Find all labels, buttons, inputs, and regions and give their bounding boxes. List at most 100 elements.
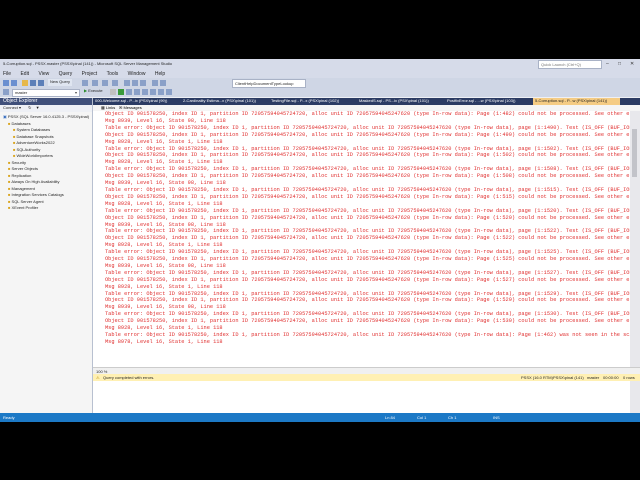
indent-icon[interactable] (166, 89, 172, 95)
object-explorer-tree: ▣ PSSX (SQL Server 16.0.4125.3 - PSSX\pi… (0, 112, 92, 212)
message-line: Object ID 901578250, index ID 1, partiti… (105, 173, 630, 180)
tree-item-label: System Databases (16, 127, 51, 132)
status-bar: Ready Ln 84 Col 1 Ch 1 INS (0, 413, 640, 422)
xmla-query-icon[interactable] (112, 80, 118, 86)
query-designer-icon[interactable] (134, 89, 140, 95)
dmx-query-icon[interactable] (102, 80, 108, 86)
menu-file[interactable]: File (3, 71, 11, 77)
message-line: Msg 8928, Level 16, State 1, Line 118 (105, 138, 223, 145)
message-line: Msg 8939, Level 16, State 98, Line 118 (105, 304, 226, 311)
document-tab[interactable]: TestingFile.sql - P...x (PSX\pinal (102)… (269, 98, 356, 105)
document-tab[interactable]: 5-Corruption.sql - P...w (PSX\pinal (141… (533, 98, 620, 105)
maximize-button[interactable]: □ (618, 61, 621, 67)
connect-icon[interactable] (3, 89, 9, 95)
menu-window[interactable]: Window (128, 71, 146, 77)
minimize-button[interactable]: – (606, 61, 609, 67)
document-tab[interactable]: PostfixError.sql - ...w (PSX\pinal (103)… (445, 98, 532, 105)
paste-icon[interactable] (140, 80, 146, 86)
tree-item-label: Management (11, 185, 35, 191)
quick-launch-input[interactable]: Quick Launch (Ctrl+Q) (538, 60, 602, 69)
stop-icon[interactable] (110, 89, 116, 95)
query-status-bar: ⚠ Query completed with errors. PSSX (16.… (93, 374, 640, 381)
filter-icon[interactable]: ▼ (36, 105, 40, 110)
scrollbar-thumb[interactable] (632, 129, 637, 177)
open-file-icon[interactable] (22, 80, 28, 86)
redo-icon[interactable] (160, 80, 166, 86)
execute-button[interactable]: ▶ Execute (82, 88, 105, 96)
play-icon: ▶ (84, 88, 88, 93)
status-insert-mode: INS (493, 415, 500, 420)
save-all-icon[interactable] (38, 80, 44, 86)
message-line: Object ID 901578250, index ID 1, partiti… (105, 297, 630, 304)
tab-messages[interactable]: ✉ Messages (119, 105, 142, 110)
document-tab-label: 000-Welcome.sql - P...ix (PSX\pinal (99)… (95, 98, 168, 103)
document-tab-label: 5-Corruption.sql - P...w (PSX\pinal (141… (535, 98, 608, 103)
tree-item-label: SQLAuthority (16, 146, 41, 152)
document-tab[interactable]: 2-Cardinality Estima...x (PSX\pinal (101… (181, 98, 268, 105)
menu-tools[interactable]: Tools (107, 71, 119, 77)
document-tab[interactable]: MaskedS.sql - PS...ix (PSX\pinal (101)) (357, 98, 444, 105)
tab-results-links[interactable]: ▦ Links (101, 105, 115, 110)
document-tab[interactable]: 000-Welcome.sql - P...ix (PSX\pinal (99)… (93, 98, 180, 105)
find-combo[interactable]: ClientHelpDocumentTypeLookup (232, 79, 306, 88)
status-database: master (587, 375, 600, 380)
menu-help[interactable]: Help (155, 71, 165, 77)
tree-item-label: Server Objects (11, 166, 38, 171)
new-query-button[interactable]: New Query (48, 79, 73, 86)
status-char: Ch 1 (448, 415, 457, 420)
status-line: Ln 84 (385, 415, 396, 420)
document-tab-label: MaskedS.sql - PS...ix (PSX\pinal (101)) (359, 98, 429, 103)
tree-item-label: Replication (11, 172, 32, 178)
mdx-query-icon[interactable] (92, 80, 98, 86)
database-query-icon[interactable] (82, 80, 88, 86)
document-tabs: 000-Welcome.sql - P...ix (PSX\pinal (99)… (93, 98, 640, 105)
query-status-text: Query completed with errors. (103, 375, 155, 380)
uncomment-icon[interactable] (158, 89, 164, 95)
tree-item-label: AdventureWorks2022 (16, 140, 55, 145)
tree-item[interactable]: ■ XEvent Profiler (0, 205, 92, 212)
message-line: Table error: Object ID 901578250, index … (105, 207, 630, 214)
menu-bar: File Edit View Query Project Tools Windo… (0, 69, 640, 78)
message-line: Msg 8939, Level 16, State 98, Line 118 (105, 117, 226, 124)
back-icon[interactable] (3, 80, 9, 86)
parse-icon[interactable] (118, 89, 124, 95)
database-select[interactable]: master ▾ (12, 89, 80, 97)
title-bar: 5-Corruption.sql - PSSX.master (PSSX\pin… (0, 59, 640, 69)
document-tab-label: PostfixError.sql - ...w (PSX\pinal (103)… (447, 98, 516, 103)
forward-icon[interactable] (11, 80, 17, 86)
menu-query[interactable]: Query (59, 71, 73, 77)
comment-icon[interactable] (150, 89, 156, 95)
message-line: Table error: Object ID 901578250, index … (105, 311, 630, 318)
chevron-down-icon[interactable]: ▾ (19, 105, 21, 110)
message-line: Table error: Object ID 901578250, index … (105, 332, 630, 338)
menu-project[interactable]: Project (82, 71, 98, 77)
menu-view[interactable]: View (38, 71, 49, 77)
window-title: 5-Corruption.sql - PSSX.master (PSSX\pin… (3, 61, 173, 66)
copy-icon[interactable] (132, 80, 138, 86)
message-line: Object ID 901578250, index ID 1, partiti… (105, 276, 630, 283)
tree-item-label: Always On High Availability (11, 179, 60, 184)
tree-item-label: SQL Server Agent (11, 198, 44, 204)
message-line: Object ID 901578250, index ID 1, partiti… (105, 152, 630, 159)
tree-item-label: Security (11, 159, 26, 165)
sql-editor-toolbar: master ▾ ▶ Execute (0, 88, 640, 97)
cut-icon[interactable] (124, 80, 130, 86)
save-icon[interactable] (30, 80, 36, 86)
warning-icon: ⚠ (96, 375, 100, 380)
message-line: Msg 8928, Level 16, State 1, Line 118 (105, 325, 223, 332)
object-explorer-header: Object Explorer (0, 98, 92, 105)
connect-button[interactable]: Connect (3, 105, 18, 110)
status-user: PSSX\pinal (141) (553, 375, 584, 380)
status-rows: 0 rows (623, 375, 635, 380)
refresh-icon[interactable]: ↻ (28, 105, 31, 110)
menu-edit[interactable]: Edit (20, 71, 29, 77)
results-to-grid-icon[interactable] (142, 89, 148, 95)
display-plan-icon[interactable] (126, 89, 132, 95)
message-line: Table error: Object ID 901578250, index … (105, 166, 630, 173)
status-server: PSSX (16.0 RTM) (521, 375, 553, 380)
message-line: Msg 8928, Level 16, State 1, Line 118 (105, 242, 223, 249)
close-button[interactable]: ✕ (630, 61, 634, 67)
message-line: Msg 8939, Level 16, State 98, Line 118 (105, 262, 226, 269)
undo-icon[interactable] (152, 80, 158, 86)
tree-item-label: PSSX (SQL Server 16.0.4125.3 - PSSX\pina… (7, 114, 90, 119)
